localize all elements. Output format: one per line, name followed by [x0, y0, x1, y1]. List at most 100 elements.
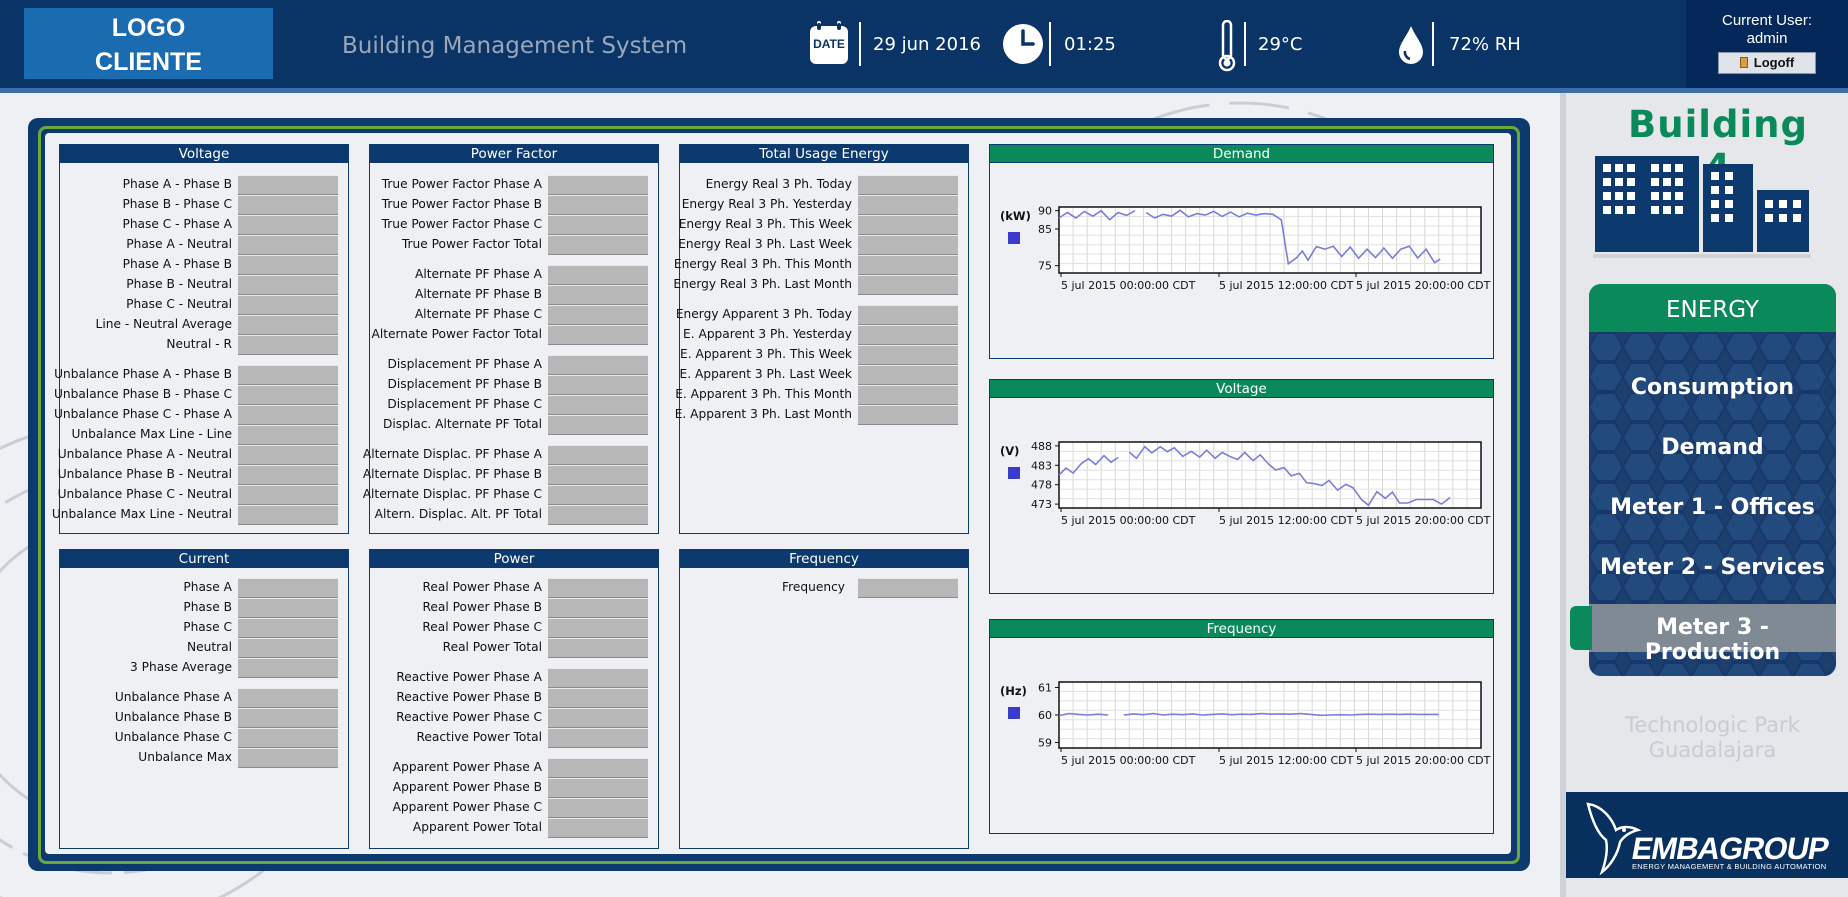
metric-value-field: [548, 175, 648, 195]
metric-row: Real Power Phase B: [370, 598, 658, 618]
nav-meter-3-production[interactable]: Meter 3 - Production: [1589, 615, 1836, 665]
frequency-panel-title: Frequency: [680, 550, 968, 568]
metric-label: True Power Factor Phase C: [381, 217, 542, 231]
metric-label: Unbalance Max: [138, 750, 232, 764]
y-tick-label: 488: [1031, 440, 1052, 453]
metric-value-field: [548, 395, 648, 415]
metric-row: Reactive Power Phase C: [370, 708, 658, 728]
y-tick-label: 59: [1038, 737, 1052, 750]
frequency-chart: 59 60 61 5 jul 2015 00:00:00 CDT 5 jul 2015 …: [1000, 681, 1491, 767]
metric-label: Energy Real 3 Ph. This Week: [678, 217, 852, 231]
metric-label: Alternate PF Phase B: [415, 287, 542, 301]
metric-value-field: [548, 688, 648, 708]
metric-value-field: [548, 265, 648, 285]
x-tick-label: 5 jul 2015 00:00:00 CDT: [1061, 514, 1196, 527]
brand-tagline: ENERGY MANAGEMENT & BUILDING AUTOMATION: [1632, 862, 1827, 871]
metric-label: Unbalance Phase A: [114, 690, 232, 704]
x-tick-label: 5 jul 2015 20:00:00 CDT: [1356, 279, 1491, 292]
metric-value-field: [548, 668, 648, 688]
logoff-button[interactable]: Logoff: [1718, 52, 1816, 74]
nav-consumption[interactable]: Consumption: [1589, 375, 1836, 400]
y-axis-label: (kW): [1000, 209, 1031, 223]
metric-value-field: [548, 465, 648, 485]
metric-label: Alternate Displac. PF Phase B: [362, 467, 542, 481]
y-tick-label: 61: [1038, 682, 1052, 695]
metric-label: Apparent Power Phase C: [392, 800, 542, 814]
metric-label: Phase C - Phase A: [122, 217, 232, 231]
current-humidity: 72% RH: [1449, 34, 1521, 55]
metric-label: Altern. Displac. Alt. PF Total: [374, 507, 542, 521]
metric-value-field: [238, 175, 338, 195]
metric-label: Apparent Power Phase B: [392, 780, 542, 794]
metric-label: Real Power Phase A: [422, 580, 542, 594]
metric-value-field: [548, 195, 648, 215]
metric-row: Neutral - R: [60, 335, 348, 355]
voltage-panel: Voltage Phase A - Phase B Phase B - Phase…: [52, 144, 349, 534]
power-factor-panel-title: Power Factor: [370, 145, 658, 163]
metric-value-field: [858, 385, 958, 405]
nav-meter-2-services[interactable]: Meter 2 - Services: [1589, 555, 1836, 580]
metric-label: Displacement PF Phase C: [387, 397, 542, 411]
metric-row: Energy Real 3 Ph. Today: [680, 175, 968, 195]
metric-row: Unbalance Max: [60, 748, 348, 768]
metric-row: Line - Neutral Average: [60, 315, 348, 335]
y-tick-label: 75: [1038, 260, 1052, 273]
y-tick-label: 90: [1038, 205, 1052, 218]
metric-label: Displacement PF Phase A: [387, 357, 543, 371]
x-tick-label: 5 jul 2015 00:00:00 CDT: [1061, 279, 1196, 292]
metric-row: Phase A - Phase B: [60, 175, 348, 195]
x-tick-label: 5 jul 2015 00:00:00 CDT: [1061, 754, 1196, 767]
metric-label: E. Apparent 3 Ph. Yesterday: [683, 327, 852, 341]
metric-row: Unbalance Phase B - Phase C: [54, 385, 348, 405]
metric-value-field: [548, 638, 648, 658]
metric-value-field: [858, 195, 958, 215]
metric-value-field: [238, 638, 338, 658]
metric-row: Unbalance Phase C: [60, 728, 348, 748]
voltage-chart-title: Voltage: [990, 380, 1493, 398]
metric-value-field: [858, 325, 958, 345]
current-date: 29 jun 2016: [873, 34, 981, 55]
current-time: 01:25: [1064, 34, 1116, 55]
metric-label: Reactive Power Phase A: [396, 670, 542, 684]
y-tick-label: 60: [1038, 709, 1052, 722]
nav-meter-1-offices[interactable]: Meter 1 - Offices: [1589, 495, 1836, 520]
metric-value-field: [858, 215, 958, 235]
metric-value-field: [238, 618, 338, 638]
nav-demand[interactable]: Demand: [1589, 435, 1836, 460]
metric-value-field: [238, 215, 338, 235]
metric-label: Phase A: [183, 580, 232, 594]
metric-value-field: [858, 365, 958, 385]
metric-label: E. Apparent 3 Ph. This Week: [680, 347, 852, 361]
metric-value-field: [238, 465, 338, 485]
metric-label: Phase C - Neutral: [126, 297, 232, 311]
frequency-chart-title: Frequency: [990, 620, 1493, 638]
y-tick-label: 85: [1038, 223, 1052, 236]
y-tick-label: 483: [1031, 459, 1052, 472]
metric-label: Apparent Power Total: [412, 820, 542, 834]
metric-value-field: [548, 778, 648, 798]
metric-label: Phase B - Neutral: [126, 277, 232, 291]
metric-value-field: [548, 728, 648, 748]
metric-label: Energy Real 3 Ph. Today: [705, 177, 852, 191]
metric-value-field: [548, 578, 648, 598]
metric-label: Reactive Power Phase B: [396, 690, 542, 704]
metric-label: True Power Factor Phase A: [381, 177, 542, 191]
metric-value-field: [548, 415, 648, 435]
total-usage-energy-panel: Total Usage Energy Energy Real 3 Ph. Tod…: [673, 144, 969, 534]
header-separator: [1049, 22, 1051, 66]
x-tick-label: 5 jul 2015 20:00:00 CDT: [1356, 514, 1491, 527]
current-user-name: admin: [1746, 30, 1788, 47]
metric-row: Phase C: [60, 618, 348, 638]
metric-row: Alternate Power Factor Total: [370, 325, 658, 345]
metric-row: Neutral: [60, 638, 348, 658]
metric-label: True Power Factor Total: [401, 237, 542, 251]
voltage-panel-title: Voltage: [60, 145, 348, 163]
metric-value-field: [858, 305, 958, 325]
thermometer-icon: [1216, 19, 1238, 72]
legend-swatch: [1008, 707, 1020, 719]
metric-label: Unbalance Phase B - Neutral: [57, 467, 232, 481]
metric-value-field: [238, 425, 338, 445]
metric-row: True Power Factor Phase B: [370, 195, 658, 215]
metric-row: Real Power Phase C: [370, 618, 658, 638]
metric-value-field: [548, 445, 648, 465]
